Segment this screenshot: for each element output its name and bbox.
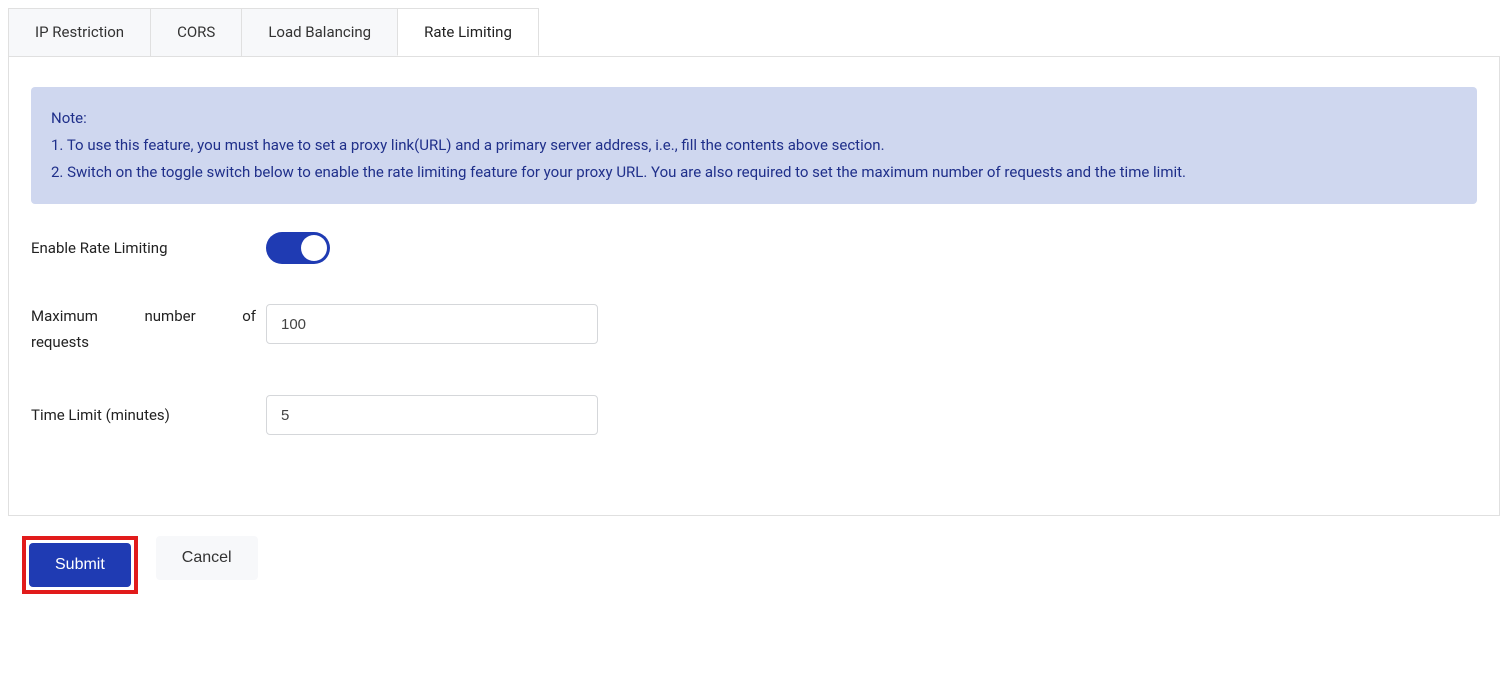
time-limit-label: Time Limit (minutes) [31,406,266,424]
max-requests-label: Maximum number of requests [31,304,266,355]
row-max-requests: Maximum number of requests [31,304,1477,355]
note-heading: Note: [51,105,1457,132]
note-line-2: 2. Switch on the toggle switch below to … [51,159,1457,186]
tab-bar: IP Restriction CORS Load Balancing Rate … [8,8,1500,57]
max-requests-input[interactable] [266,304,598,344]
enable-rate-limiting-label: Enable Rate Limiting [31,239,266,257]
time-limit-input[interactable] [266,395,598,435]
note-line-1: 1. To use this feature, you must have to… [51,132,1457,159]
tab-ip-restriction[interactable]: IP Restriction [8,8,151,56]
max-requests-label-line1: Maximum number of [31,307,256,325]
submit-button[interactable]: Submit [29,543,131,587]
enable-rate-limiting-toggle[interactable] [266,232,330,264]
row-time-limit: Time Limit (minutes) [31,395,1477,435]
max-requests-label-line2: requests [31,330,256,356]
tab-rate-limiting[interactable]: Rate Limiting [397,8,539,56]
tab-cors[interactable]: CORS [150,8,242,56]
tab-panel-rate-limiting: Note: 1. To use this feature, you must h… [8,57,1500,516]
tab-load-balancing[interactable]: Load Balancing [241,8,398,56]
cancel-button[interactable]: Cancel [156,536,258,580]
submit-highlight-box: Submit [22,536,138,594]
toggle-knob [301,235,327,261]
button-bar: Submit Cancel [8,536,1500,594]
note-box: Note: 1. To use this feature, you must h… [31,87,1477,204]
row-enable-rate-limiting: Enable Rate Limiting [31,232,1477,264]
